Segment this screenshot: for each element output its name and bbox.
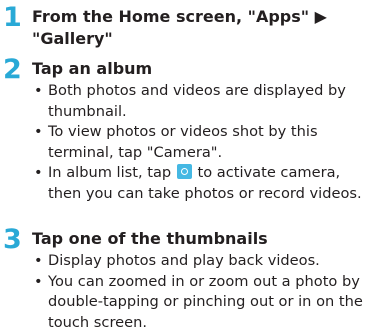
bullet-item: Both photos and videos are displayed by … — [34, 81, 364, 122]
step-title-line-1: From the Home screen, "Apps" ▶ — [32, 6, 362, 28]
step-3: 3 Tap one of the thumbnails Display phot… — [0, 226, 368, 332]
bullet-item: You can zoomed in or zoom out a photo by… — [34, 272, 364, 333]
bullet-list: Both photos and videos are displayed by … — [34, 81, 364, 204]
step-number: 2 — [3, 56, 22, 83]
step-1: 1 From the Home screen, "Apps" ▶ "Galler… — [0, 4, 368, 54]
step-title: Tap one of the thumbnails — [32, 228, 362, 250]
bullet-item: To view photos or videos shot by this te… — [34, 122, 364, 163]
bullet-item: Display photos and play back videos. — [34, 251, 364, 272]
bullet-list: Display photos and play back videos. You… — [34, 251, 364, 333]
step-2: 2 Tap an album Both photos and videos ar… — [0, 56, 368, 211]
step-title: From the Home screen, "Apps" ▶ "Gallery" — [32, 6, 362, 50]
step-title: Tap an album — [32, 58, 362, 80]
camera-icon[interactable] — [177, 164, 192, 179]
step-title-line-2: "Gallery" — [32, 28, 362, 50]
bullet-item: In album list, tap to activate camera, t… — [34, 163, 364, 204]
step-number: 1 — [3, 4, 22, 31]
bullet-text: In album list, tap — [48, 164, 171, 181]
step-number: 3 — [3, 226, 22, 253]
